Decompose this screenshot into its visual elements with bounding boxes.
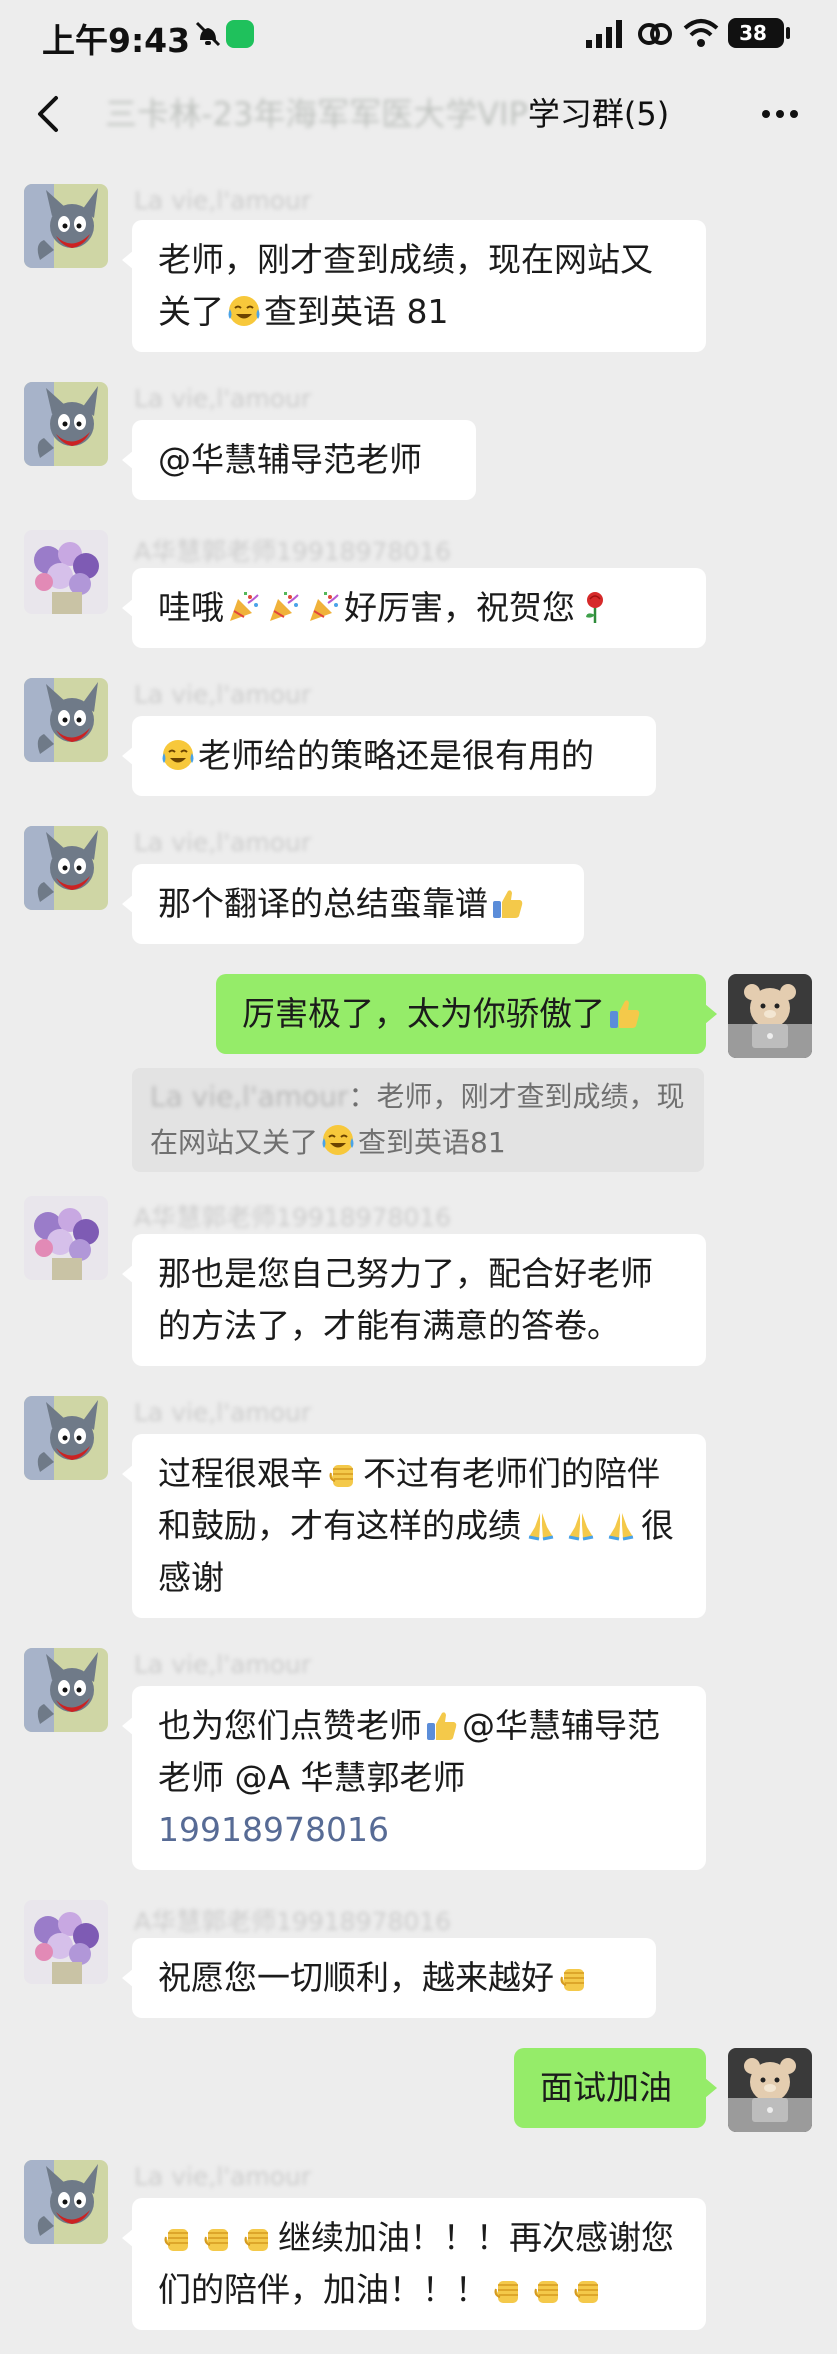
message-bubble[interactable]: 祝愿您一切顺利，越来越好	[122, 1938, 656, 2018]
message-bubble[interactable]: 过程很艰辛 不过有老师们的陪伴和鼓励，才有这样的成绩 很感谢	[122, 1434, 706, 1618]
avatar-cat[interactable]	[24, 1396, 108, 1480]
message-bubble[interactable]: 哇哦 好厉害，祝贺您	[122, 568, 706, 648]
folded-hands-emoji	[563, 1507, 599, 1543]
party-popper-emoji	[306, 589, 342, 625]
sender-name: A华慧郭老师19918978016	[134, 1907, 452, 1936]
avatar-cat[interactable]	[24, 184, 108, 268]
avatar-cat[interactable]	[24, 1648, 108, 1732]
message-text: 过程很艰辛	[158, 1454, 323, 1493]
message-bubble[interactable]: @华慧辅导范老师	[122, 420, 476, 500]
mute-icon	[195, 21, 221, 47]
fist-emoji	[200, 2219, 236, 2255]
party-popper-emoji	[226, 589, 262, 625]
message-text: 查到英语 81	[264, 292, 449, 331]
fist-emoji	[240, 2219, 276, 2255]
message-bubble[interactable]: 那也是您自己努力了，配合好老师的方法了，才能有满意的答卷。	[122, 1234, 706, 1366]
avatar-flower[interactable]	[24, 1196, 108, 1280]
sender-name: A华慧郭老师19918978016	[134, 1203, 452, 1232]
thumbs-up-emoji	[607, 995, 643, 1031]
message-text: 那也是您自己努力了，配合好老师的方法了，才能有满意的答卷。	[158, 1254, 653, 1345]
face-with-tears-emoji	[226, 293, 262, 329]
fist-emoji	[530, 2271, 566, 2307]
message-text: 面试加油	[540, 2068, 672, 2107]
message-text: 那个翻译的总结蛮靠谱	[158, 884, 488, 923]
avatar-cat[interactable]	[24, 2160, 108, 2244]
fist-emoji	[570, 2271, 606, 2307]
message-bubble[interactable]: 继续加油！！！再次感谢您们的陪伴，加油！！！	[122, 2198, 706, 2330]
fist-emoji	[490, 2271, 526, 2307]
avatar-cat[interactable]	[24, 826, 108, 910]
quote-sender: La vie,l'amour	[150, 1080, 349, 1113]
sender-name: La vie,l'amour	[134, 828, 312, 857]
fist-emoji	[556, 1959, 592, 1995]
message-text: 也为您们点赞老师	[158, 1706, 422, 1745]
battery-icon: 38	[728, 18, 790, 48]
message-text: @华慧辅导范老师	[158, 440, 422, 479]
status-bar: 上午9:43 38	[0, 0, 837, 66]
more-options-icon[interactable]	[758, 92, 802, 136]
status-time: 上午9:43	[42, 21, 191, 60]
sender-name: La vie,l'amour	[134, 1398, 312, 1427]
chat-title-clear: 学习群(5)	[527, 95, 670, 133]
rose-emoji	[577, 589, 613, 625]
chat-title-blurred: 三卡林-23年海军军医大学VIP	[105, 95, 528, 133]
party-popper-emoji	[266, 589, 302, 625]
sender-name: La vie,l'amour	[134, 2162, 312, 2191]
avatar-cat[interactable]	[24, 382, 108, 466]
link-icon	[638, 23, 672, 45]
message-bubble[interactable]: 那个翻译的总结蛮靠谱	[122, 864, 584, 944]
face-with-tears-emoji	[320, 1122, 356, 1158]
face-with-tears-emoji	[160, 737, 196, 773]
avatar-bear[interactable]	[728, 2048, 812, 2132]
message-text: 厉害极了，太为你骄傲了	[242, 994, 605, 1033]
message-text: 祝愿您一切顺利，越来越好	[158, 1958, 554, 1997]
message-text: 哇哦	[158, 588, 224, 627]
sender-name: La vie,l'amour	[134, 384, 312, 413]
sender-name: La vie,l'amour	[134, 1650, 312, 1679]
message-text: 老师给的策略还是很有用的	[198, 736, 594, 775]
fist-emoji	[160, 2219, 196, 2255]
message-text: 好厉害，祝贺您	[344, 588, 575, 627]
my-message-bubble[interactable]: 厉害极了，太为你骄傲了	[216, 974, 717, 1054]
app-icon	[226, 20, 254, 48]
folded-hands-emoji	[603, 1507, 639, 1543]
message-bubble[interactable]: 老师给的策略还是很有用的	[122, 716, 656, 796]
avatar-flower[interactable]	[24, 530, 108, 614]
message-bubble[interactable]: 老师，刚才查到成绩，现在网站又关了 查到英语 81	[122, 220, 706, 352]
fist-emoji	[325, 1455, 361, 1491]
thumbs-up-emoji	[490, 885, 526, 921]
quote-text: 查到英语81	[358, 1126, 506, 1159]
chat-title: 三卡林-23年海军军医大学VIP学习群(5)	[105, 84, 745, 144]
back-arrow-icon[interactable]	[28, 92, 72, 136]
signal-icon	[586, 20, 622, 48]
my-message-bubble[interactable]: 面试加油	[514, 2048, 717, 2128]
sender-name: La vie,l'amour	[134, 186, 312, 215]
avatar-bear[interactable]	[728, 974, 812, 1058]
sender-name: La vie,l'amour	[134, 680, 312, 709]
folded-hands-emoji	[523, 1507, 559, 1543]
thumbs-up-emoji	[424, 1707, 460, 1743]
battery-level: 38	[739, 21, 767, 45]
avatar-flower[interactable]	[24, 1900, 108, 1984]
sender-name: A华慧郭老师19918978016	[134, 537, 452, 566]
chat-header: 三卡林-23年海军军医大学VIP学习群(5)	[0, 66, 837, 162]
message-bubble[interactable]: 也为您们点赞老师 @华慧辅导范老师 @A 华慧郭老师 19918978016	[122, 1686, 706, 1870]
wifi-icon	[683, 19, 719, 47]
phone-number-link[interactable]: 19918978016	[158, 1810, 389, 1849]
avatar-cat[interactable]	[24, 678, 108, 762]
quoted-message[interactable]: La vie,l'amour：老师，刚才查到成绩，现在网站又关了 查到英语81	[132, 1068, 704, 1172]
